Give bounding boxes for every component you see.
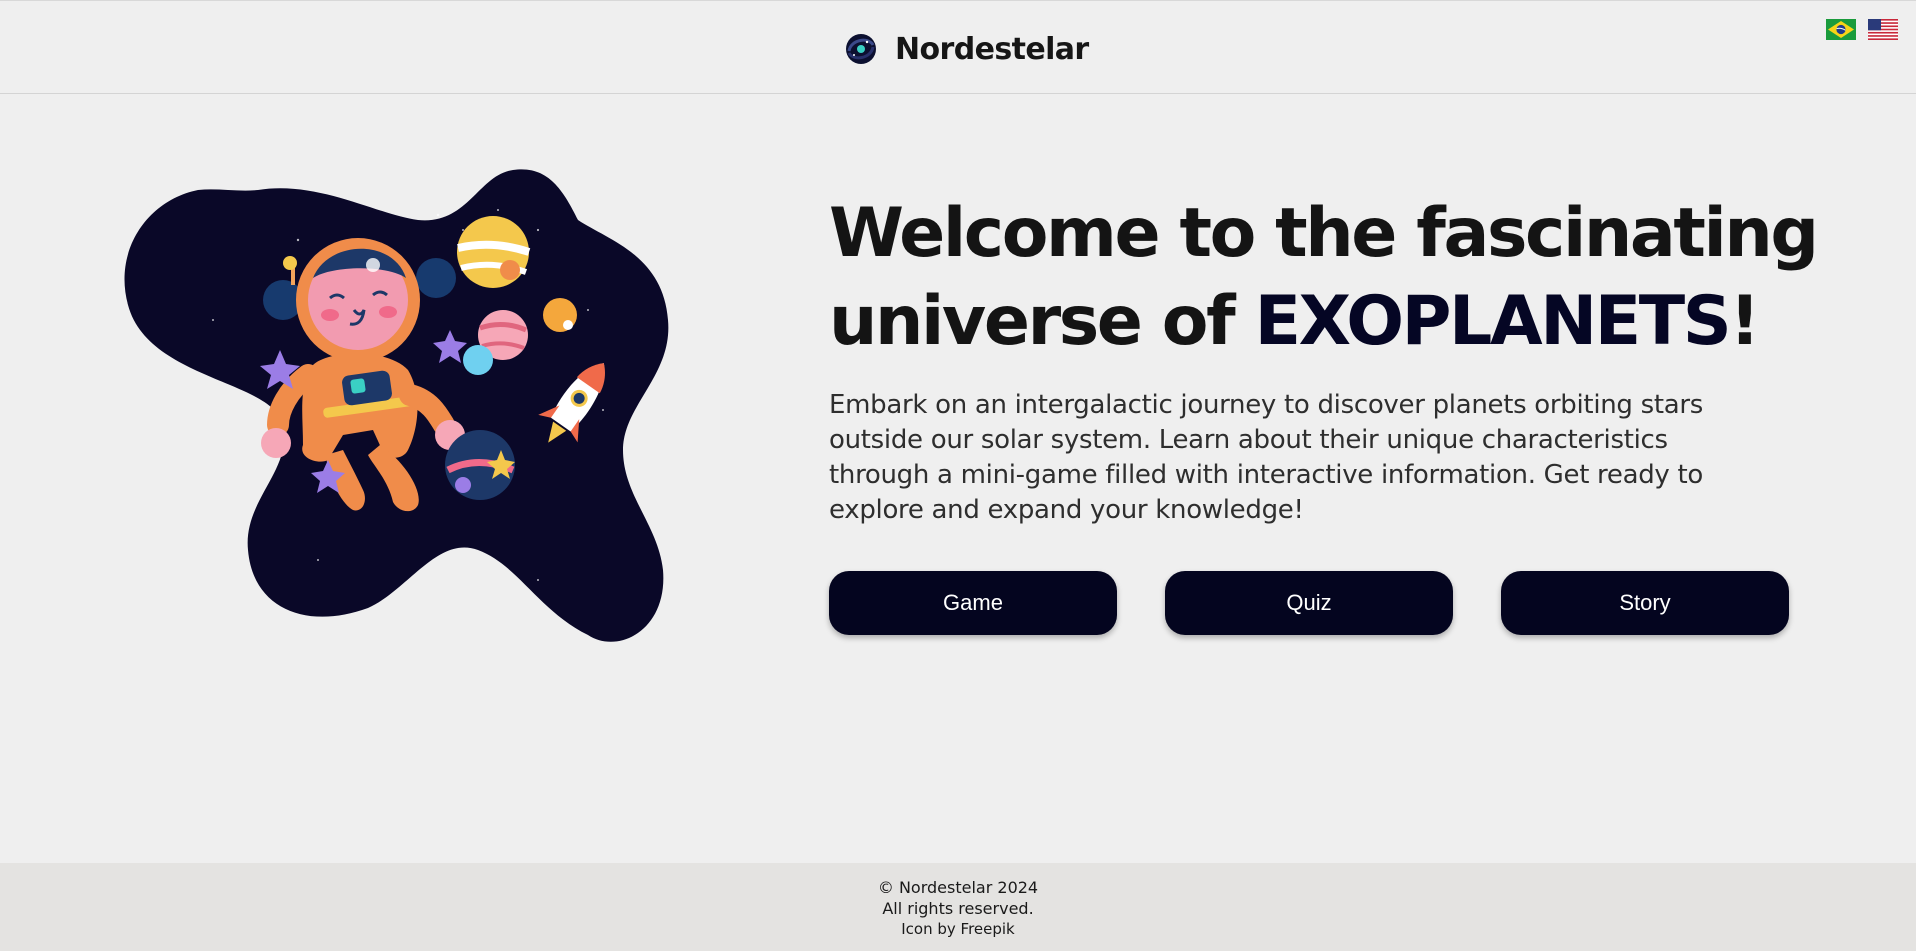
- brand[interactable]: Nordestelar: [843, 29, 1089, 69]
- hero-description: Embark on an intergalactic journey to di…: [829, 390, 1704, 525]
- game-button[interactable]: Game: [829, 571, 1117, 635]
- site-footer: © Nordestelar 2024 All rights reserved. …: [0, 863, 1916, 951]
- language-switcher: [1826, 19, 1898, 40]
- footer-copyright: © Nordestelar 2024: [877, 878, 1039, 897]
- hero-buttons: Game Quiz Story: [829, 571, 1789, 635]
- astronaut-space-illustration: [124, 169, 669, 642]
- galaxy-logo-icon: [846, 34, 876, 64]
- footer-credit[interactable]: Icon by Freepik: [0, 919, 1916, 940]
- brazil-flag-icon[interactable]: [1826, 19, 1856, 40]
- footer-rights: All rights reserved.: [882, 899, 1034, 918]
- site-header: Nordestelar: [0, 0, 1916, 94]
- usa-flag-icon[interactable]: [1868, 19, 1898, 40]
- quiz-button[interactable]: Quiz: [1165, 571, 1453, 635]
- story-button[interactable]: Story: [1501, 571, 1789, 635]
- hero-section: Welcome to the fascinating universe of E…: [829, 190, 1829, 528]
- hero-title-end: !: [1729, 282, 1760, 361]
- hero-title: Welcome to the fascinating universe of E…: [829, 190, 1829, 366]
- hero-title-highlight: EXOPLANETS: [1254, 282, 1732, 361]
- brand-name: Nordestelar: [895, 31, 1089, 67]
